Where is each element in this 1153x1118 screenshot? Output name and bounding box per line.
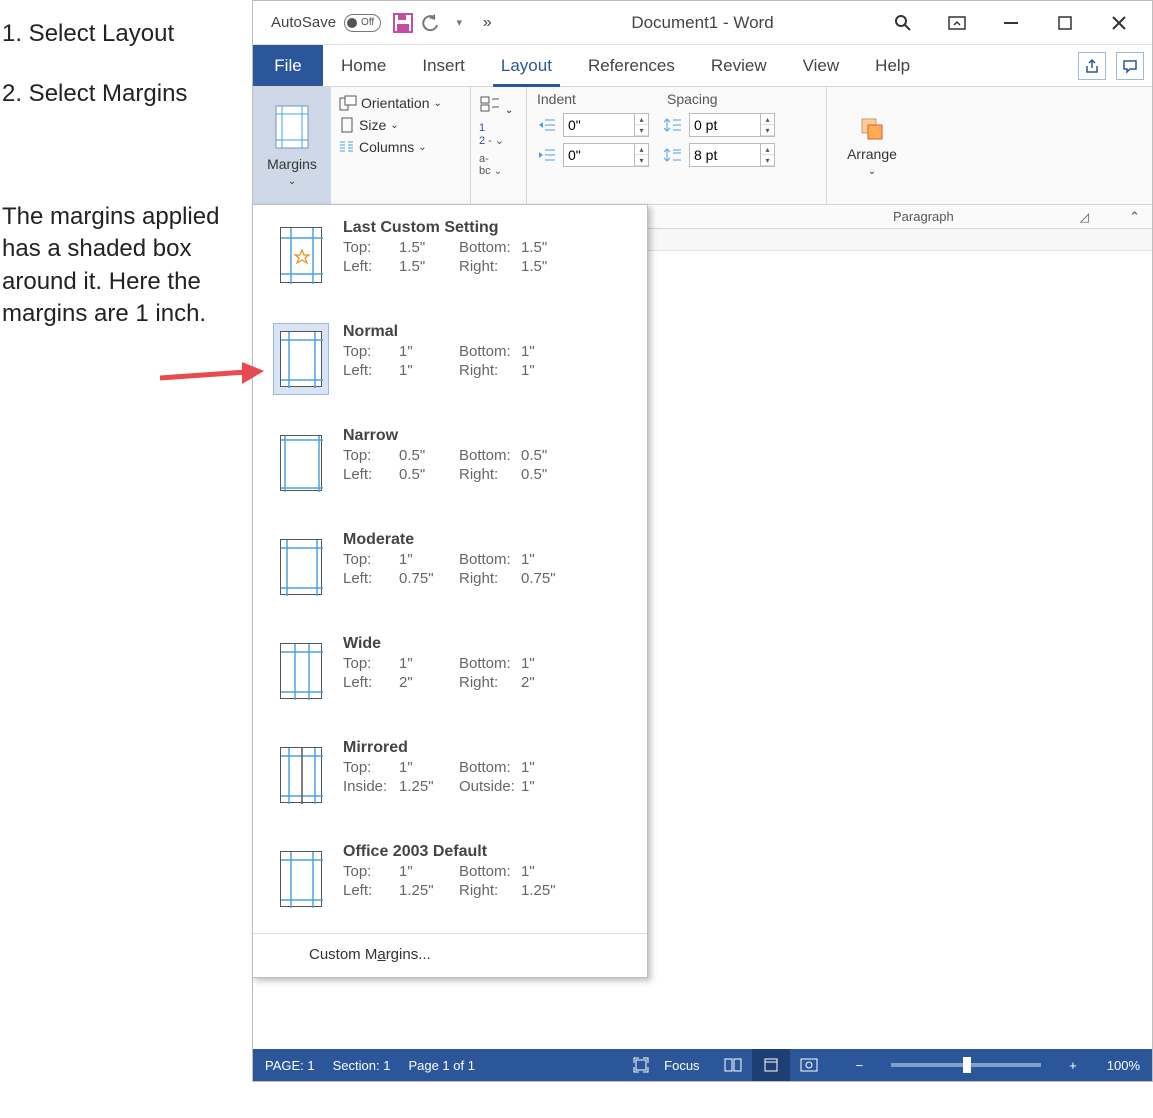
margin-preset-wide[interactable]: WideTop:1"Bottom:1"Left:2"Right:2" [253,621,647,725]
qat-more-icon[interactable]: » [473,9,501,37]
columns-label: Columns [359,139,414,155]
paragraph-group-label: Paragraph [893,209,954,224]
tab-review[interactable]: Review [693,45,785,86]
chevron-down-icon: ⌄ [868,166,876,177]
status-page[interactable]: PAGE: 1 [265,1058,315,1073]
web-layout-button[interactable] [790,1049,828,1081]
ribbon-tabs: File Home Insert Layout References Revie… [253,45,1152,87]
preset-title: Office 2003 Default [343,843,631,861]
indent-right-input[interactable]: ▴▾ [563,143,649,167]
status-section[interactable]: Section: 1 [333,1058,391,1073]
read-mode-button[interactable] [714,1049,752,1081]
save-icon[interactable] [389,9,417,37]
autosave-label: AutoSave [271,14,336,31]
instruction-panel: 1. Select Layout 2. Select Margins The m… [0,0,252,1082]
annotation-arrow-icon [156,358,266,398]
undo-icon[interactable] [417,9,445,37]
columns-icon [339,140,355,154]
print-layout-button[interactable] [752,1049,790,1081]
tab-file[interactable]: File [253,45,323,86]
focus-label: Focus [664,1058,699,1073]
breaks-icon [479,95,501,113]
close-button[interactable] [1106,10,1132,36]
preset-title: Narrow [343,427,631,445]
title-bar: AutoSave Off ▾ » Document1 - Word [253,1,1152,45]
zoom-in-button[interactable]: + [1069,1058,1077,1073]
share-button[interactable] [1078,52,1106,80]
collapse-ribbon-icon[interactable]: ⌃ [1129,209,1140,225]
indent-left-icon [537,117,557,133]
note-explain: The margins applied has a shaded box aro… [2,201,246,331]
margin-preset-normal[interactable]: NormalTop:1"Bottom:1"Left:1"Right:1" [253,309,647,413]
orientation-label: Orientation [361,95,429,111]
indent-right-icon [537,147,557,163]
tab-help[interactable]: Help [857,45,928,86]
note-step2: 2. Select Margins [2,78,246,110]
chevron-down-icon: ⌄ [288,176,296,187]
qat-chevron-icon[interactable]: ▾ [445,9,473,37]
indent-header: Indent [537,91,667,107]
breaks-button[interactable]: ⌄ [479,95,518,116]
spacing-after-input[interactable]: ▴▾ [689,143,775,167]
margin-preset-moderate[interactable]: ModerateTop:1"Bottom:1"Left:0.75"Right:0… [253,517,647,621]
comments-button[interactable] [1116,52,1144,80]
preset-title: Mirrored [343,739,631,757]
orientation-button[interactable]: Orientation⌄ [339,95,462,111]
custom-margins-button[interactable]: Custom Margins... [253,934,647,977]
tab-home[interactable]: Home [323,45,404,86]
hyphenation-button[interactable]: a-bc ⌄ [479,153,518,177]
orientation-icon [339,95,357,111]
zoom-level[interactable]: 100% [1107,1058,1140,1073]
document-title: Document1 - Word [631,13,773,33]
margins-button[interactable]: Margins ⌄ [253,87,331,204]
preset-title: Normal [343,323,631,341]
margins-dropdown: Last Custom SettingTop:1.5"Bottom:1.5"Le… [252,204,648,978]
maximize-button[interactable] [1052,10,1078,36]
preset-title: Last Custom Setting [343,219,631,237]
spacing-after-icon [663,147,683,163]
arrange-label: Arrange [847,146,897,162]
focus-mode-button[interactable] [622,1049,660,1081]
size-label: Size [359,117,386,133]
tab-insert[interactable]: Insert [404,45,483,86]
spacing-before-input[interactable]: ▴▾ [689,113,775,137]
margin-preset-last-custom-setting[interactable]: Last Custom SettingTop:1.5"Bottom:1.5"Le… [253,205,647,309]
zoom-slider[interactable] [891,1063,1041,1067]
paragraph-dialog-launcher[interactable]: ◿ [1080,210,1089,224]
preset-title: Wide [343,635,631,653]
note-step1: 1. Select Layout [2,18,246,50]
margin-preset-narrow[interactable]: NarrowTop:0.5"Bottom:0.5"Left:0.5"Right:… [253,413,647,517]
autosave-toggle[interactable]: AutoSave Off [271,14,381,32]
margin-preset-office-2003-default[interactable]: Office 2003 DefaultTop:1"Bottom:1"Left:1… [253,829,647,933]
status-pageof[interactable]: Page 1 of 1 [408,1058,475,1073]
line-numbers-button[interactable]: 12 - ⌄ [479,122,518,147]
search-icon[interactable] [890,10,916,36]
tab-layout[interactable]: Layout [483,45,570,86]
minimize-button[interactable] [998,10,1024,36]
size-icon [339,117,355,133]
spacing-before-icon [663,117,683,133]
arrange-button[interactable]: Arrange ⌄ [827,87,917,204]
arrange-icon [859,116,885,142]
spacing-header: Spacing [667,91,718,107]
tab-references[interactable]: References [570,45,693,86]
size-button[interactable]: Size⌄ [339,117,462,133]
preset-title: Moderate [343,531,631,549]
tab-view[interactable]: View [785,45,858,86]
ribbon-display-icon[interactable] [944,10,970,36]
margin-preset-mirrored[interactable]: MirroredTop:1"Bottom:1"Inside:1.25"Outsi… [253,725,647,829]
toggle-off-icon: Off [344,14,381,32]
zoom-out-button[interactable]: − [856,1058,864,1073]
status-bar: PAGE: 1 Section: 1 Page 1 of 1 Focus − +… [253,1049,1152,1081]
columns-button[interactable]: Columns⌄ [339,139,462,155]
indent-left-input[interactable]: ▴▾ [563,113,649,137]
ribbon: Margins ⌄ Orientation⌄ Size⌄ Columns⌄ [253,87,1152,205]
margins-label: Margins [267,156,317,172]
